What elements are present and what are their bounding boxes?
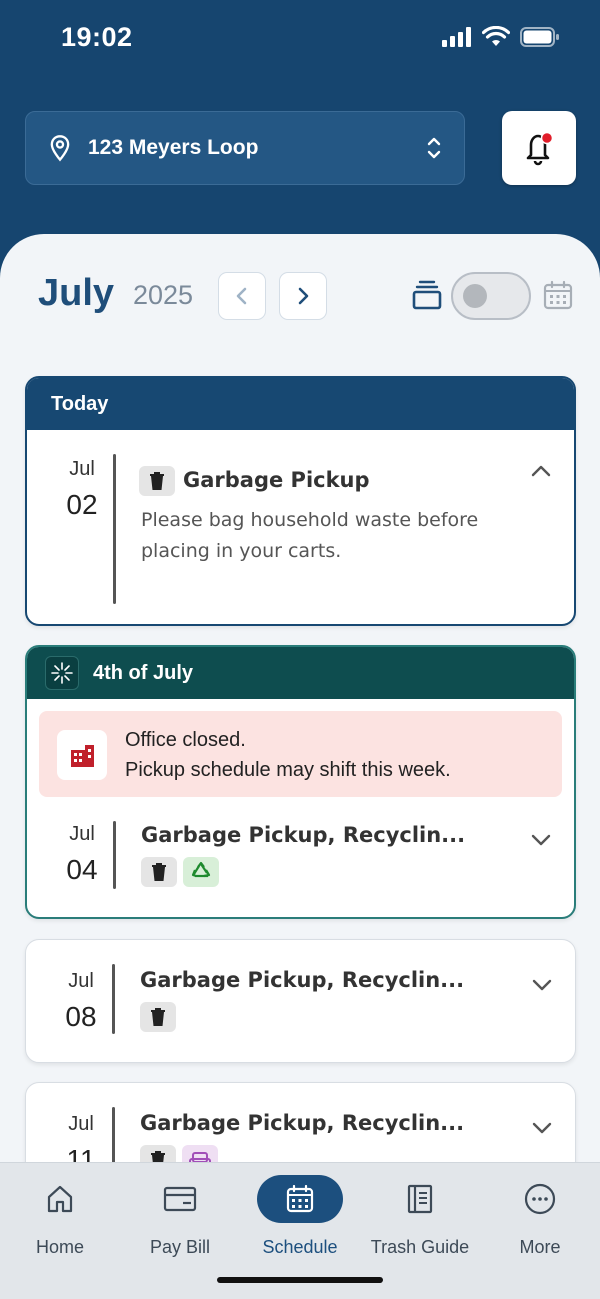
tab-pay-bill[interactable]: Pay Bill (120, 1175, 240, 1265)
card-header-today: Today (27, 378, 574, 430)
event-tags (141, 857, 225, 887)
date-day: 08 (65, 1001, 97, 1032)
tab-trash-guide[interactable]: Trash Guide (360, 1175, 480, 1265)
home-indicator (217, 1277, 383, 1283)
event-description: Please bag household waste before placin… (141, 509, 479, 562)
card-header-holiday: 4th of July (27, 647, 574, 699)
address-text: 123 Meyers Loop (88, 136, 259, 159)
trash-can-icon (141, 857, 177, 887)
list-view-icon[interactable] (412, 280, 442, 310)
more-icon (524, 1183, 556, 1215)
fireworks-icon (45, 656, 79, 690)
date-month: Jul (69, 823, 95, 845)
event-title: Garbage Pickup, Recyclin... (140, 1111, 465, 1135)
view-toggle (412, 270, 575, 322)
alert-text: Office closed. Pickup schedule may shift… (125, 725, 451, 785)
date-month: Jul (68, 970, 94, 992)
tab-label: Schedule (262, 1237, 338, 1257)
date-month: Jul (68, 1113, 94, 1135)
tab-label: Pay Bill (149, 1237, 211, 1257)
location-pin-icon (50, 135, 70, 162)
active-tab-pill (257, 1175, 343, 1223)
event-title: Garbage Pickup (183, 468, 370, 492)
calendar-icon (286, 1185, 314, 1213)
holiday-title: 4th of July (93, 661, 194, 684)
today-card[interactable]: Today Jul 02 Garbage Pickup Please bag h… (25, 376, 576, 626)
year-label: 2025 (133, 280, 194, 310)
chevron-left-icon (236, 287, 247, 305)
month-label: July (38, 272, 115, 314)
event-date: Jul 02 (52, 458, 112, 521)
card-icon (163, 1186, 197, 1212)
date-divider (112, 964, 115, 1034)
recycle-icon (183, 857, 219, 887)
date-divider (113, 821, 116, 889)
trash-can-icon (140, 1002, 176, 1032)
status-bar: 19:02 (0, 0, 600, 80)
chevron-right-icon (298, 287, 309, 305)
schedule-sheet: July 2025 Today Jul 02 Garbage Pickup Pl… (0, 234, 600, 1299)
tab-home[interactable]: Home (0, 1175, 120, 1265)
holiday-card[interactable]: 4th of July Office closed. Pickup schedu… (25, 645, 576, 919)
chevron-down-icon[interactable] (531, 978, 553, 992)
date-day: 04 (66, 854, 98, 885)
bell-icon (526, 131, 554, 166)
event-card[interactable]: Jul 08 Garbage Pickup, Recyclin... (25, 939, 576, 1063)
date-month: Jul (69, 458, 95, 480)
event-title: Garbage Pickup, Recyclin... (140, 968, 465, 992)
toggle-knob (463, 284, 487, 308)
alert-line-2: Pickup schedule may shift this week. (125, 759, 451, 781)
event-date: Jul 04 (52, 823, 112, 886)
next-month-button[interactable] (279, 272, 327, 320)
tab-label: More (519, 1237, 561, 1257)
status-time: 19:02 (61, 22, 133, 52)
battery-icon (520, 27, 559, 47)
tab-schedule[interactable]: Schedule (240, 1175, 360, 1265)
tab-label: Home (35, 1237, 84, 1257)
home-icon (47, 1185, 73, 1213)
tab-more[interactable]: More (480, 1175, 600, 1265)
notifications-button[interactable] (502, 111, 576, 185)
alert-line-1: Office closed. (125, 729, 246, 751)
date-divider (113, 454, 116, 604)
wifi-icon (482, 26, 510, 46)
event-tags (140, 1002, 182, 1032)
event-title: Garbage Pickup, Recyclin... (141, 823, 466, 847)
chevron-down-icon[interactable] (530, 833, 552, 847)
status-icons (442, 26, 560, 48)
building-icon (57, 730, 107, 780)
chevron-down-icon[interactable] (531, 1121, 553, 1135)
office-closed-alert: Office closed. Pickup schedule may shift… (39, 711, 562, 797)
chevron-up-icon[interactable] (530, 464, 552, 478)
view-toggle-switch[interactable] (451, 272, 531, 320)
book-icon (407, 1184, 433, 1214)
chevron-up-down-icon (427, 137, 441, 159)
previous-month-button[interactable] (218, 272, 266, 320)
month-header: July 2025 (38, 270, 575, 322)
signal-icon (442, 27, 471, 47)
tab-label: Trash Guide (370, 1237, 470, 1257)
calendar-view-icon[interactable] (543, 280, 573, 310)
event-date: Jul 08 (51, 970, 111, 1033)
address-selector[interactable]: 123 Meyers Loop (25, 111, 465, 185)
trash-can-icon (139, 466, 175, 496)
date-day: 02 (66, 489, 98, 520)
